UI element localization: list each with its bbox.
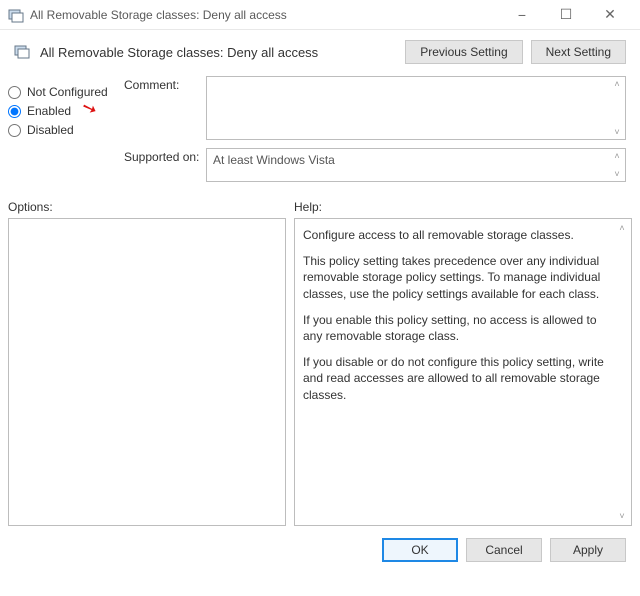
- chevron-down-icon[interactable]: ˅: [611, 126, 623, 138]
- policy-icon: [14, 43, 32, 61]
- radio-enabled-label: Enabled: [27, 104, 71, 118]
- minimize-button[interactable]: −: [500, 1, 544, 29]
- radio-not-configured[interactable]: Not Configured: [8, 85, 120, 99]
- radio-not-configured-label: Not Configured: [27, 85, 108, 99]
- comment-textarea[interactable]: ˄ ˅: [206, 76, 626, 140]
- header: All Removable Storage classes: Deny all …: [0, 30, 640, 70]
- radio-not-configured-input[interactable]: [8, 86, 21, 99]
- chevron-up-icon[interactable]: ˄: [611, 150, 623, 162]
- help-pane: ˄ Configure access to all removable stor…: [294, 218, 632, 526]
- radio-enabled-input[interactable]: [8, 105, 21, 118]
- help-label: Help:: [294, 200, 322, 214]
- footer: OK Cancel Apply: [0, 526, 640, 574]
- supported-value: At least Windows Vista: [213, 153, 335, 167]
- fields: Comment: ˄ ˅ Supported on: At least Wind…: [124, 76, 626, 190]
- close-button[interactable]: ✕: [588, 1, 632, 29]
- comment-field: Comment: ˄ ˅: [124, 76, 626, 140]
- maximize-button[interactable]: ☐: [544, 1, 588, 29]
- supported-label: Supported on:: [124, 148, 206, 182]
- help-text: If you enable this policy setting, no ac…: [303, 312, 613, 344]
- next-setting-button[interactable]: Next Setting: [531, 40, 626, 64]
- help-text: This policy setting takes precedence ove…: [303, 253, 613, 302]
- chevron-down-icon[interactable]: ˅: [611, 168, 623, 180]
- cancel-button[interactable]: Cancel: [466, 538, 542, 562]
- state-radios: Not Configured Enabled ➘ Disabled: [8, 76, 120, 190]
- policy-title: All Removable Storage classes: Deny all …: [40, 45, 397, 60]
- window-controls: − ☐ ✕: [500, 1, 632, 29]
- radio-disabled-input[interactable]: [8, 124, 21, 137]
- policy-icon: [8, 7, 24, 23]
- ok-button[interactable]: OK: [382, 538, 458, 562]
- previous-setting-button[interactable]: Previous Setting: [405, 40, 522, 64]
- help-text: Configure access to all removable storag…: [303, 227, 613, 243]
- chevron-up-icon[interactable]: ˄: [611, 78, 623, 90]
- settings-area: Not Configured Enabled ➘ Disabled Commen…: [0, 70, 640, 198]
- comment-label: Comment:: [124, 76, 206, 140]
- supported-field: Supported on: At least Windows Vista ˄ ˅: [124, 148, 626, 182]
- supported-on-box: At least Windows Vista ˄ ˅: [206, 148, 626, 182]
- radio-disabled[interactable]: Disabled: [8, 123, 120, 137]
- options-pane: [8, 218, 286, 526]
- chevron-down-icon[interactable]: ˅: [615, 509, 629, 523]
- help-text: If you disable or do not configure this …: [303, 354, 613, 403]
- radio-disabled-label: Disabled: [27, 123, 74, 137]
- annotation-arrow-icon: ➘: [79, 96, 100, 121]
- titlebar: All Removable Storage classes: Deny all …: [0, 0, 640, 30]
- options-label: Options:: [8, 200, 294, 214]
- lower-panes: ˄ Configure access to all removable stor…: [0, 218, 640, 526]
- lower-labels: Options: Help:: [0, 198, 640, 218]
- radio-enabled[interactable]: Enabled ➘: [8, 104, 120, 118]
- window-title: All Removable Storage classes: Deny all …: [30, 8, 500, 22]
- apply-button[interactable]: Apply: [550, 538, 626, 562]
- chevron-up-icon[interactable]: ˄: [615, 221, 629, 235]
